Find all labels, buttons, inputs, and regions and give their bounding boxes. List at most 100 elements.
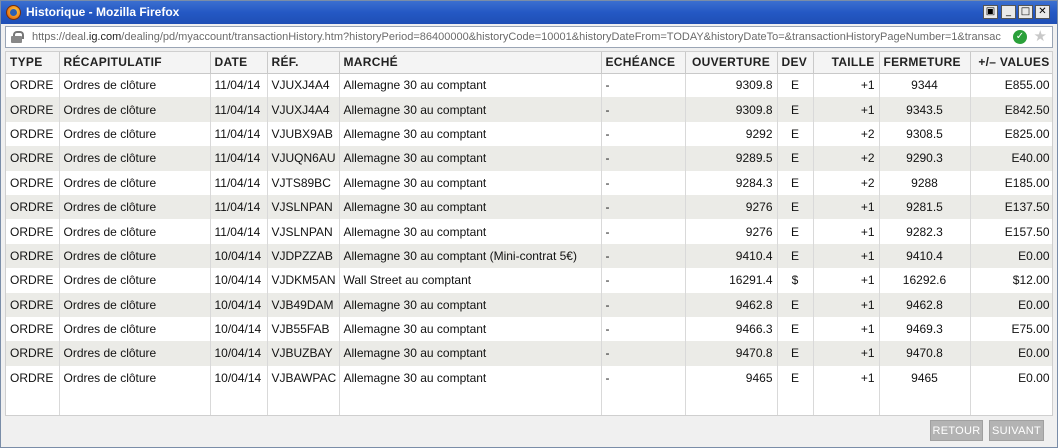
cell-summary: Ordres de clôture [59, 341, 211, 366]
cell-currency: E [777, 121, 814, 147]
cell-currency: E [777, 194, 814, 220]
url-suffix: /dealing/pd/myaccount/transactionHistory… [121, 31, 1001, 43]
cell-ref: VJBUZBAY [267, 341, 340, 366]
cell-close: 9344 [879, 73, 971, 98]
filler-row [6, 390, 1052, 415]
cell-summary: Ordres de clôture [59, 170, 211, 195]
cell-summary: Ordres de clôture [59, 97, 211, 122]
cell-pnl: E0.00 [970, 243, 1052, 269]
column-header-type: TYPE [6, 52, 60, 74]
cell-close: 9308.5 [879, 121, 971, 147]
cell-size: +1 [813, 97, 880, 122]
cell-currency: $ [777, 268, 814, 293]
column-header-expiry: ECHÉANCE [601, 52, 686, 74]
restore-tab-icon[interactable]: ▣ [983, 5, 998, 19]
cell-date: 10/04/14 [210, 316, 268, 342]
maximize-button[interactable]: □ [1018, 5, 1033, 19]
browser-window: Historique - Mozilla Firefox ▣ _ □ ✕ htt… [0, 0, 1058, 448]
cell-ref: VJUBX9AB [267, 121, 340, 147]
cell-pnl: E0.00 [970, 365, 1052, 391]
cell-summary: Ordres de clôture [59, 292, 211, 317]
cell-ref: VJB55FAB [267, 316, 340, 342]
cell-open: 9276 [685, 194, 778, 220]
address-bar[interactable]: https://deal.ig.com/dealing/pd/myaccount… [5, 26, 1053, 48]
empty-cell [777, 390, 814, 415]
cell-currency: E [777, 97, 814, 122]
table-row: ORDRE Ordres de clôture 11/04/14 VJSLNPAN Al… [6, 219, 1052, 244]
cell-date: 11/04/14 [210, 170, 268, 195]
cell-market: Allemagne 30 au comptant [339, 365, 602, 391]
table-body: ORDRE Ordres de clôture 11/04/14 VJUXJ4A4 Al… [6, 73, 1052, 415]
cell-open: 9462.8 [685, 292, 778, 317]
cell-close: 16292.6 [879, 268, 971, 293]
column-header-size: TAILLE [813, 52, 880, 74]
table-row: ORDRE Ordres de clôture 11/04/14 VJUBX9AB Al… [6, 121, 1052, 147]
cell-date: 11/04/14 [210, 219, 268, 244]
cell-currency: E [777, 365, 814, 391]
cell-type: ORDRE [6, 73, 60, 98]
next-button[interactable]: SUIVANT [989, 420, 1044, 441]
cell-close: 9343.5 [879, 97, 971, 122]
cell-pnl: E855.00 [970, 73, 1052, 98]
cell-ref: VJDPZZAB [267, 243, 340, 269]
cell-type: ORDRE [6, 243, 60, 269]
cell-expiry: - [601, 146, 686, 171]
empty-cell [970, 390, 1052, 415]
cell-summary: Ordres de clôture [59, 243, 211, 269]
cell-size: +1 [813, 268, 880, 293]
cell-open: 9410.4 [685, 243, 778, 269]
title-bar: Historique - Mozilla Firefox ▣ _ □ ✕ [1, 1, 1057, 24]
cell-currency: E [777, 219, 814, 244]
table-row: ORDRE Ordres de clôture 11/04/14 VJUXJ4A4 Al… [6, 73, 1052, 98]
cell-date: 11/04/14 [210, 97, 268, 122]
cell-pnl: E40.00 [970, 146, 1052, 171]
cell-currency: E [777, 341, 814, 366]
empty-cell [267, 390, 340, 415]
cell-date: 11/04/14 [210, 194, 268, 220]
cell-market: Allemagne 30 au comptant [339, 341, 602, 366]
cell-date: 10/04/14 [210, 341, 268, 366]
cell-market: Allemagne 30 au comptant [339, 73, 602, 98]
table-row: ORDRE Ordres de clôture 10/04/14 VJDPZZAB Al… [6, 243, 1052, 269]
column-header-pnl: +/– VALUES [970, 52, 1052, 74]
verified-check-icon[interactable]: ✓ [1013, 30, 1027, 44]
close-button[interactable]: ✕ [1035, 5, 1050, 19]
cell-open: 9465 [685, 365, 778, 391]
lock-icon [11, 31, 24, 43]
table-row: ORDRE Ordres de clôture 11/04/14 VJUXJ4A4 Al… [6, 97, 1052, 122]
cell-type: ORDRE [6, 316, 60, 342]
cell-currency: E [777, 146, 814, 171]
cell-summary: Ordres de clôture [59, 268, 211, 293]
cell-expiry: - [601, 194, 686, 220]
cell-type: ORDRE [6, 97, 60, 122]
bookmark-star-icon[interactable]: ★ [1034, 28, 1047, 45]
cell-expiry: - [601, 365, 686, 391]
cell-open: 9466.3 [685, 316, 778, 342]
cell-open: 9309.8 [685, 97, 778, 122]
cell-date: 11/04/14 [210, 73, 268, 98]
cell-type: ORDRE [6, 170, 60, 195]
cell-ref: VJUXJ4A4 [267, 97, 340, 122]
empty-cell [685, 390, 778, 415]
cell-ref: VJBAWPAC [267, 365, 340, 391]
minimize-button[interactable]: _ [1001, 5, 1016, 19]
cell-ref: VJTS89BC [267, 170, 340, 195]
cell-expiry: - [601, 97, 686, 122]
cell-summary: Ordres de clôture [59, 146, 211, 171]
url-text[interactable]: https://deal.ig.com/dealing/pd/myaccount… [32, 31, 1012, 44]
cell-market: Allemagne 30 au comptant [339, 121, 602, 147]
cell-size: +1 [813, 292, 880, 317]
cell-close: 9290.3 [879, 146, 971, 171]
back-button[interactable]: RETOUR [930, 420, 983, 441]
cell-ref: VJUQN6AU [267, 146, 340, 171]
cell-market: Allemagne 30 au comptant [339, 170, 602, 195]
cell-pnl: E185.00 [970, 170, 1052, 195]
table-row: ORDRE Ordres de clôture 10/04/14 VJBAWPAC Al… [6, 365, 1052, 391]
cell-type: ORDRE [6, 268, 60, 293]
empty-cell [210, 390, 268, 415]
cell-currency: E [777, 243, 814, 269]
window-title: Historique - Mozilla Firefox [26, 5, 180, 19]
cell-pnl: E137.50 [970, 194, 1052, 220]
url-prefix: https://deal. [32, 31, 89, 43]
column-header-ref: RÉF. [267, 52, 340, 74]
